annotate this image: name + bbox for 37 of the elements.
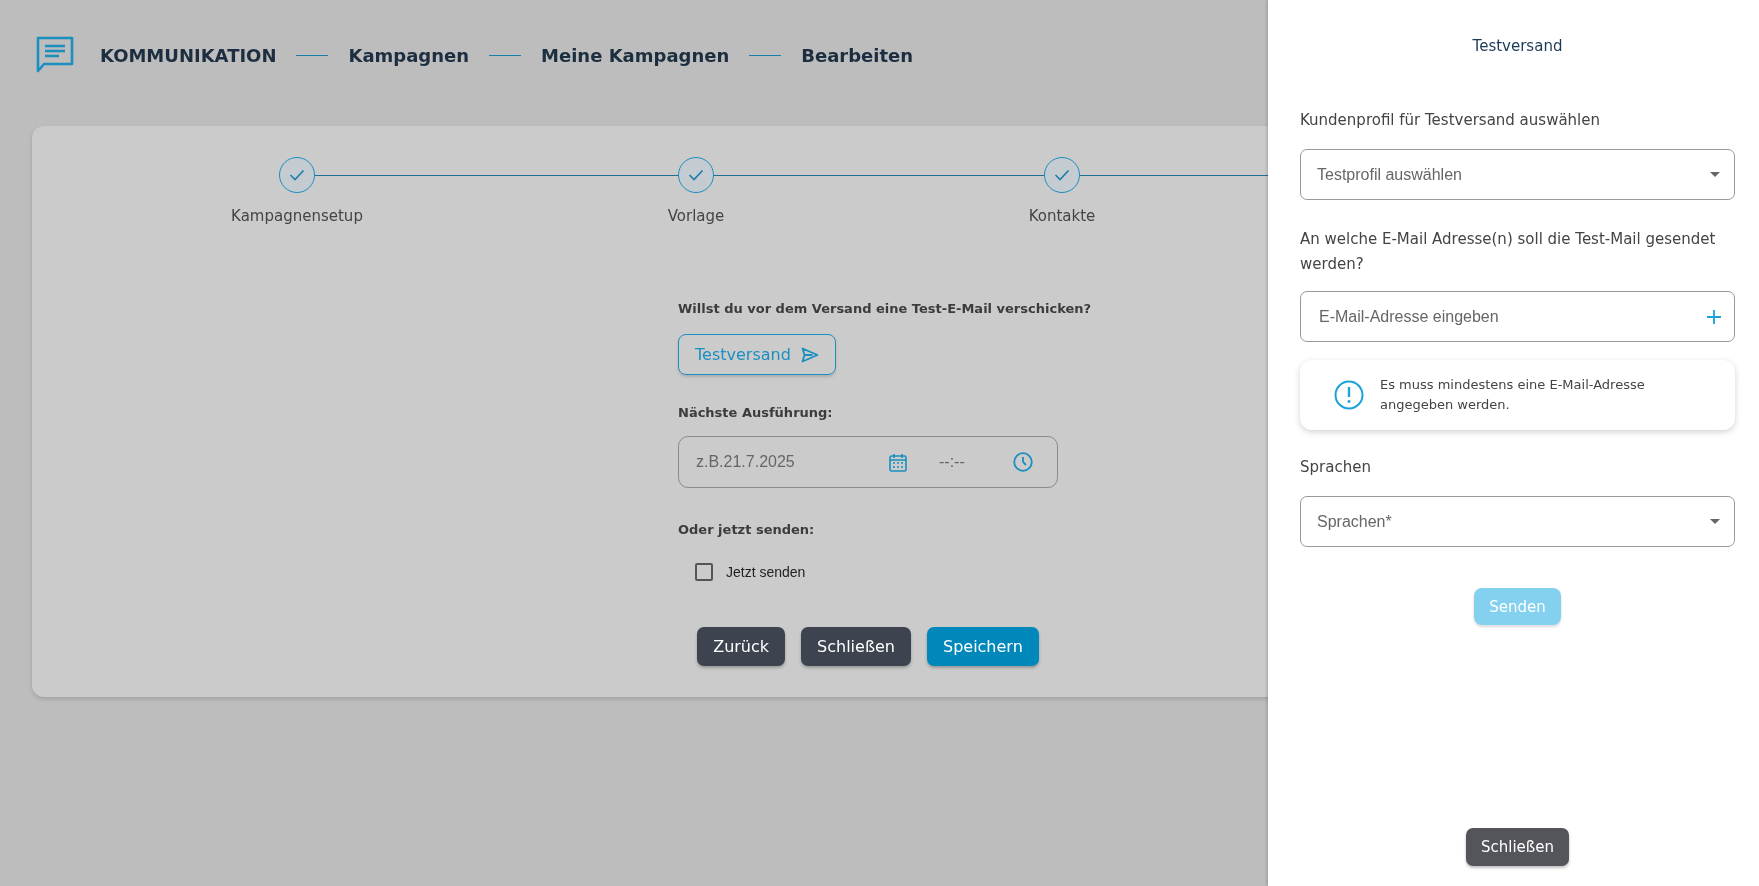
clock-icon bbox=[1013, 452, 1033, 472]
languages-select[interactable]: Sprachen* bbox=[1300, 496, 1735, 547]
checkbox[interactable] bbox=[695, 563, 713, 581]
panel-title: Testversand bbox=[1472, 37, 1563, 55]
email-field[interactable]: E-Mail-Adresse eingeben bbox=[1300, 291, 1735, 342]
next-run-label: Nächste Ausführung: bbox=[678, 405, 833, 420]
check-icon bbox=[1054, 169, 1070, 181]
check-icon bbox=[289, 169, 305, 181]
checkbox-label[interactable]: Jetzt senden bbox=[726, 564, 806, 580]
send-now-label: Oder jetzt senden: bbox=[678, 522, 815, 537]
secondary-button[interactable]: Zurück bbox=[697, 627, 786, 666]
dropdown-caret-icon bbox=[1710, 519, 1720, 524]
close-button[interactable]: Schließen bbox=[1466, 828, 1569, 866]
step-label: Vorlage bbox=[667, 207, 725, 225]
save-button[interactable]: Speichern bbox=[926, 627, 1039, 666]
step-label: Kontakte bbox=[1028, 207, 1096, 225]
field-label: Kundenprofil für Testversand auswählen bbox=[1300, 110, 1601, 131]
breadcrumb-item[interactable]: Kampagnen bbox=[348, 44, 470, 66]
time-input[interactable]: --:-- bbox=[937, 452, 1003, 472]
plus-icon[interactable] bbox=[1706, 308, 1722, 325]
send-icon bbox=[800, 346, 819, 363]
breadcrumb-item[interactable]: Bearbeiten bbox=[801, 44, 914, 66]
field-label: An welche E-Mail Adresse(n) soll die Test-Mail gesendet werden? bbox=[1300, 229, 1717, 275]
exclamation-circle-icon bbox=[1334, 380, 1364, 410]
breadcrumb-item[interactable]: Meine Kampagnen bbox=[541, 44, 730, 66]
breadcrumb-title[interactable]: KOMMUNIKATION bbox=[100, 44, 277, 66]
step-label: Kampagnensetup bbox=[231, 207, 363, 225]
test-email-question: Willst du vor dem Versand eine Test-E-Mail verschicken? bbox=[678, 301, 1092, 316]
calendar-icon bbox=[889, 452, 907, 472]
chat-message-icon bbox=[36, 36, 74, 74]
profile-select[interactable]: Testprofil auswählen bbox=[1300, 149, 1735, 200]
dropdown-caret-icon bbox=[1710, 172, 1720, 177]
field-label: Sprachen bbox=[1300, 457, 1372, 478]
date-input[interactable]: z.B.21.7.2025 bbox=[694, 452, 879, 472]
secondary-button[interactable]: Schließen bbox=[801, 627, 911, 666]
alert-message: Es muss mindestens eine E-Mail-Adresse angegeben werden. bbox=[1380, 376, 1646, 414]
check-icon bbox=[688, 169, 704, 181]
